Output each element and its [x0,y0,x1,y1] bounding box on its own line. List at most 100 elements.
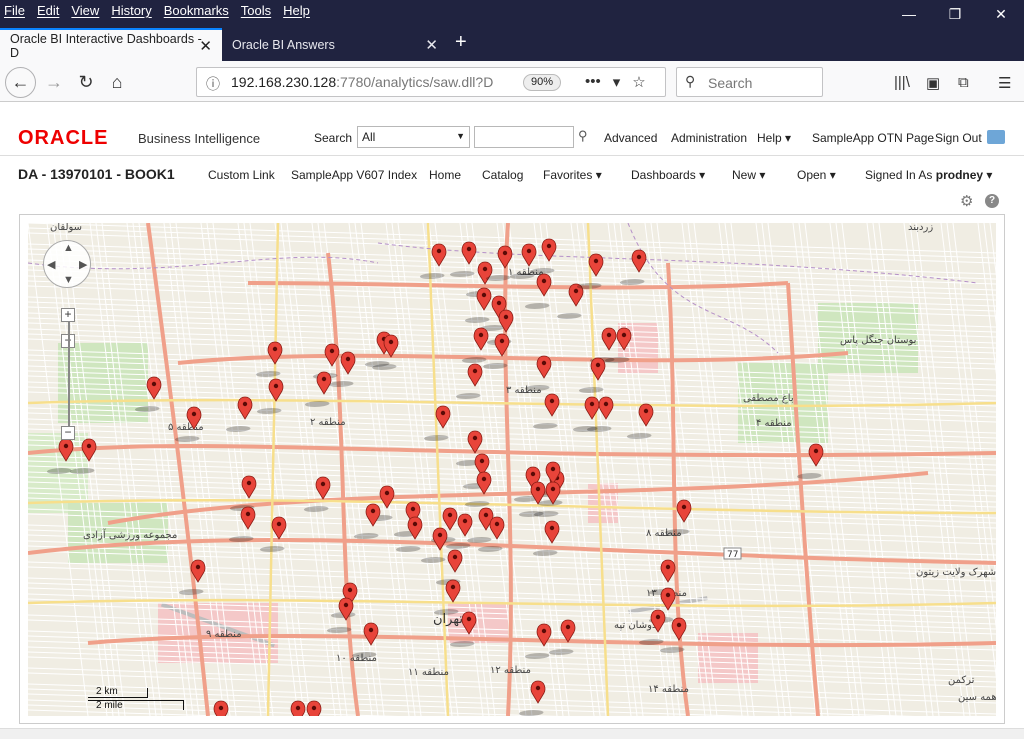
search-scope-select[interactable]: All ▼ [357,126,470,148]
administration-link[interactable]: Administration [671,131,747,145]
url-text: 192.168.230.128:7780/analytics/saw.dll?D [231,74,493,90]
page-actions-icon[interactable]: ••• [585,73,601,91]
street [391,223,453,716]
zoom-slider-handle[interactable]: − [61,426,75,440]
signed-in-label: Signed In As [865,168,933,182]
zoom-slider[interactable] [68,321,70,428]
help-icon[interactable]: ? [985,194,999,208]
hamburger-menu-icon[interactable]: ☰ [998,74,1011,92]
menu-tools[interactable]: Tools [241,3,271,18]
sampleapp-index-link[interactable]: SampleApp V607 Index [291,168,417,182]
route-label: 77 [727,550,738,560]
close-tab-icon[interactable]: ✕ [425,36,438,54]
horizontal-scrollbar[interactable] [0,728,1024,739]
pan-control[interactable]: ▲ ▼ ◀ ▶ [43,240,91,288]
map-label: همه سین [958,692,996,703]
tab-bar: Oracle BI Interactive Dashboards - D ✕ O… [0,28,1024,61]
library-icon[interactable]: |||\ [894,74,910,91]
favorites-menu[interactable]: Favorites ▾ [543,168,602,182]
pan-up-icon[interactable]: ▲ [63,242,74,254]
chevron-down-icon: ▾ [759,168,766,182]
apps-icon[interactable] [987,130,1005,144]
menu-edit[interactable]: Edit [37,3,59,18]
map-label: منطقه ۱۴ [648,684,689,695]
url-path: :7780/analytics/saw.dll?D [336,74,494,90]
zoom-in-button[interactable]: + [61,308,75,322]
close-tab-icon[interactable]: ✕ [199,37,212,55]
product-name: Business Intelligence [138,131,261,146]
pocket-icon[interactable]: ▾ [613,73,621,91]
map-canvas[interactable]: منطقه ۱منطقه ۲منطقه ۳منطقه ۴منطقه ۵منطقه… [28,223,996,716]
map-label: مجموعه ورزشی آزادی [83,528,177,541]
location-pin-icon[interactable] [547,619,576,655]
advanced-link[interactable]: Advanced [604,131,657,145]
location-pin-icon[interactable] [277,700,306,716]
reload-icon[interactable]: ↻ [71,67,101,97]
catalog-link[interactable]: Catalog [482,168,523,182]
map-label: منطقه ۲ [310,417,346,428]
sign-out-link[interactable]: Sign Out [935,131,982,145]
menu-view[interactable]: View [71,3,99,18]
location-pin-icon[interactable] [200,700,229,716]
highway [786,282,820,716]
menu-file[interactable]: File [4,3,25,18]
scale-mile-label: 2 mile [96,700,123,711]
minimize-button[interactable]: — [886,0,932,28]
oracle-logo: ORACLE [18,127,109,149]
browser-menubar: File Edit View History Bookmarks Tools H… [4,3,310,18]
map-label: باغ مصطفی [743,393,794,404]
gear-icon[interactable]: ⚙ [960,192,973,210]
help-label: Help [757,131,782,145]
street [829,223,891,716]
location-pin-icon[interactable] [517,680,546,716]
new-tab-icon[interactable]: + [455,31,467,54]
address-bar[interactable]: ⓘ 192.168.230.128:7780/analytics/saw.dll… [196,67,666,97]
new-menu[interactable]: New ▾ [732,168,765,182]
bookmark-star-icon[interactable]: ☆ [632,73,645,91]
open-label: Open [797,168,827,182]
map-label: منطقه ۱۱ [408,667,449,678]
restore-button[interactable]: ❐ [932,0,978,28]
username: prodney [935,168,984,182]
tab-answers-label: Oracle BI Answers [232,37,335,52]
pan-down-icon[interactable]: ▼ [63,274,74,286]
chevron-down-icon: ▾ [829,168,836,182]
tab-dashboards[interactable]: Oracle BI Interactive Dashboards - D ✕ [0,28,222,61]
tab-dashboards-label: Oracle BI Interactive Dashboards - D [10,31,202,60]
home-link[interactable]: Home [429,168,461,182]
menu-help[interactable]: Help [283,3,310,18]
chevron-down-icon: ▾ [986,168,993,182]
menu-history[interactable]: History [111,3,151,18]
forward-icon[interactable]: → [39,67,69,97]
map-label: منطقه ۱۲ [490,665,531,676]
obi-search-input[interactable] [474,126,574,148]
open-menu[interactable]: Open ▾ [797,168,836,182]
window-controls: — ❐ ✕ [886,0,1024,28]
dashboards-menu[interactable]: Dashboards ▾ [631,168,705,182]
search-label: Search [314,131,353,145]
signed-in-menu[interactable]: Signed In As prodney ▾ [865,168,992,182]
sampleapp-otn-link[interactable]: SampleApp OTN Page [812,131,934,145]
zoom-indicator[interactable]: 90% [523,74,561,91]
help-menu[interactable]: Help ▾ [757,131,791,145]
browser-search-input[interactable]: ⚲ Search [676,67,823,97]
url-host: 192.168.230.128 [231,74,337,90]
menu-bookmarks[interactable]: Bookmarks [164,3,229,18]
map-label: زردبند [908,223,933,233]
navigation-toolbar: ← → ↻ ⌂ ⓘ 192.168.230.128:7780/analytics… [0,61,1024,102]
home-icon[interactable]: ⌂ [102,67,132,97]
map-layer[interactable]: منطقه ۱منطقه ۲منطقه ۳منطقه ۴منطقه ۵منطقه… [28,223,996,716]
screenshot-icon[interactable]: ⧉ [958,74,969,91]
sidebar-icon[interactable]: ▣ [926,74,940,92]
site-info-icon[interactable]: ⓘ [206,74,220,94]
pan-left-icon[interactable]: ◀ [47,258,55,271]
location-pin-icon[interactable] [463,287,492,323]
search-icon[interactable]: ⚲ [578,128,588,144]
dashboard-header: DA - 13970101 - BOOK1 Custom Link Sample… [0,157,1024,191]
tab-answers[interactable]: Oracle BI Answers ✕ [222,28,448,61]
close-window-button[interactable]: ✕ [978,0,1024,28]
pan-right-icon[interactable]: ▶ [79,258,87,271]
back-icon[interactable]: ← [5,67,36,98]
custom-link[interactable]: Custom Link [208,168,275,182]
location-pin-icon[interactable] [454,363,483,399]
